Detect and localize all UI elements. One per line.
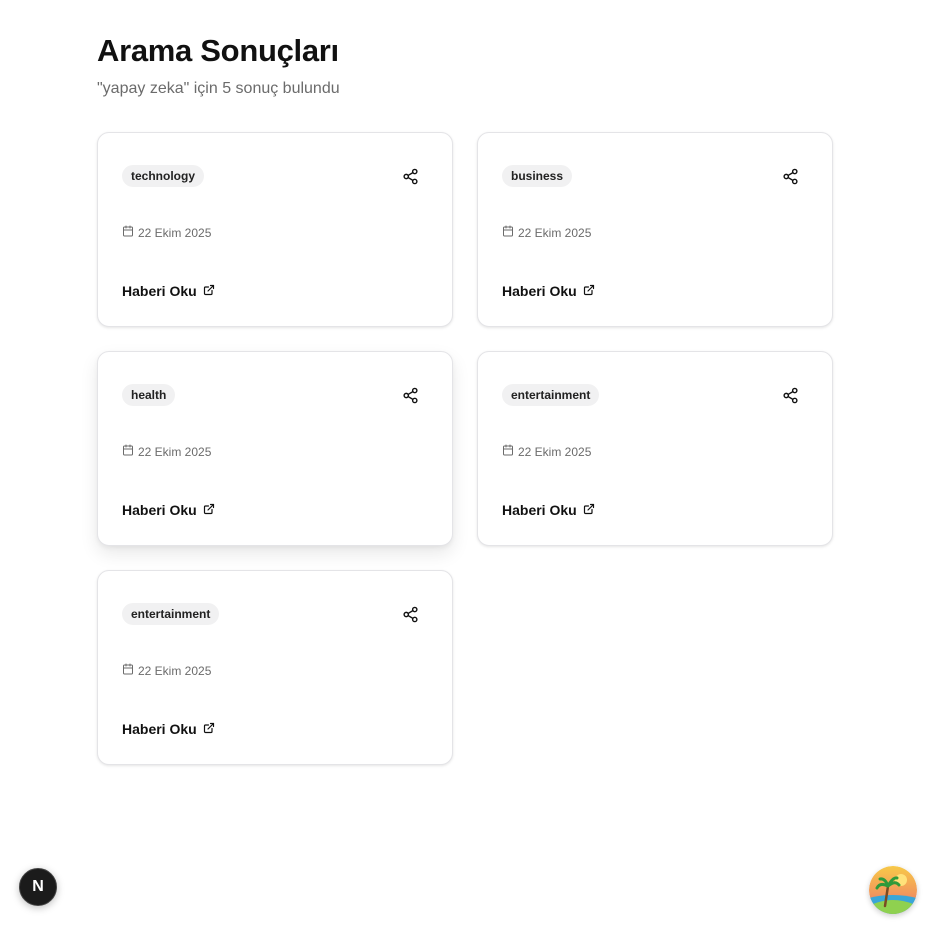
- news-card: business 22 Ekim 2025 Haberi Oku: [477, 132, 833, 327]
- category-badge: health: [122, 384, 176, 406]
- calendar-icon: [122, 663, 138, 679]
- publish-date-text: 22 Ekim 2025: [138, 226, 212, 240]
- category-badge: business: [502, 165, 573, 187]
- read-news-label: Haberi Oku: [122, 721, 197, 737]
- publish-date: 22 Ekim 2025: [122, 663, 211, 679]
- calendar-icon: [502, 225, 518, 241]
- results-grid: technology 22 Ekim 2025 Haberi Oku busin…: [97, 132, 833, 765]
- external-link-icon: [577, 282, 595, 300]
- category-badge: technology: [122, 165, 205, 187]
- external-link-icon: [197, 720, 215, 738]
- news-card: entertainment 22 Ekim 2025 Haberi Oku: [97, 570, 453, 765]
- calendar-icon: [502, 444, 518, 460]
- news-card: health 22 Ekim 2025 Haberi Oku: [97, 351, 453, 546]
- read-news-label: Haberi Oku: [122, 283, 197, 299]
- category-badge: entertainment: [122, 603, 220, 625]
- share-icon[interactable]: [780, 385, 800, 405]
- publish-date: 22 Ekim 2025: [502, 444, 591, 460]
- news-card: entertainment 22 Ekim 2025 Haberi Oku: [477, 351, 833, 546]
- page-title: Arama Sonuçları: [97, 33, 339, 68]
- read-news-link[interactable]: Haberi Oku: [502, 282, 595, 300]
- share-icon[interactable]: [400, 166, 420, 186]
- share-icon[interactable]: [780, 166, 800, 186]
- read-news-link[interactable]: Haberi Oku: [122, 282, 215, 300]
- publish-date-text: 22 Ekim 2025: [138, 664, 212, 678]
- news-card: technology 22 Ekim 2025 Haberi Oku: [97, 132, 453, 327]
- share-icon[interactable]: [400, 385, 420, 405]
- read-news-link[interactable]: Haberi Oku: [122, 501, 215, 519]
- results-count-text: "yapay zeka" için 5 sonuç bulundu: [97, 80, 340, 97]
- nextjs-dev-tools-button[interactable]: N: [19, 868, 57, 906]
- nextjs-logo-icon: N: [32, 878, 44, 895]
- read-news-label: Haberi Oku: [502, 502, 577, 518]
- external-link-icon: [577, 501, 595, 519]
- external-link-icon: [197, 282, 215, 300]
- beach-palm-avatar-icon[interactable]: [869, 866, 917, 914]
- read-news-label: Haberi Oku: [502, 283, 577, 299]
- category-badge: entertainment: [502, 384, 600, 406]
- read-news-link[interactable]: Haberi Oku: [122, 720, 215, 738]
- publish-date: 22 Ekim 2025: [122, 225, 211, 241]
- share-icon[interactable]: [400, 604, 420, 624]
- read-news-label: Haberi Oku: [122, 502, 197, 518]
- search-results-page: Arama Sonuçları "yapay zeka" için 5 sonu…: [97, 28, 833, 765]
- external-link-icon: [197, 501, 215, 519]
- publish-date-text: 22 Ekim 2025: [518, 445, 592, 459]
- publish-date: 22 Ekim 2025: [122, 444, 211, 460]
- calendar-icon: [122, 225, 138, 241]
- publish-date: 22 Ekim 2025: [502, 225, 591, 241]
- read-news-link[interactable]: Haberi Oku: [502, 501, 595, 519]
- calendar-icon: [122, 444, 138, 460]
- publish-date-text: 22 Ekim 2025: [138, 445, 212, 459]
- publish-date-text: 22 Ekim 2025: [518, 226, 592, 240]
